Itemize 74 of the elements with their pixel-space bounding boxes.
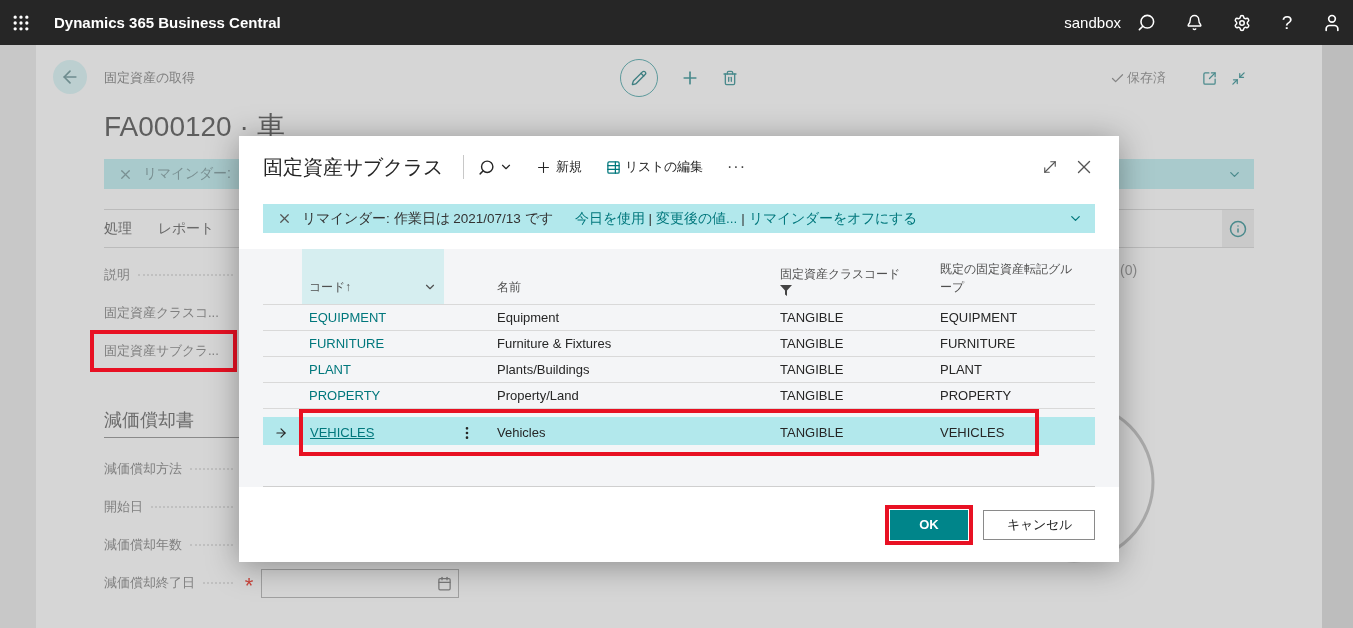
info-button[interactable] (1222, 210, 1254, 247)
environment-name: sandbox (1064, 14, 1121, 31)
saved-status: 保存済 (1127, 69, 1166, 87)
trash-icon[interactable] (722, 70, 738, 86)
info-icon (1229, 219, 1247, 238)
table-cell-text: TANGIBLE (779, 425, 845, 440)
table-cell-text: EQUIPMENT (939, 310, 1019, 325)
table-cell-text: PROPERTY (939, 388, 1013, 403)
factbox-count: (0) (1120, 261, 1139, 280)
table-row[interactable]: VEHICLES Vehicles TANGIBLE VEHICLES (263, 409, 1095, 456)
expand-icon[interactable] (1041, 158, 1059, 176)
table-cell-text: TANGIBLE (779, 310, 845, 325)
separator-text: | (741, 211, 745, 226)
new-button[interactable]: 新規 (535, 158, 582, 176)
page-title: FA000120 · 車 (104, 110, 286, 144)
app-title: Dynamics 365 Business Central (54, 14, 282, 31)
help-button[interactable]: ? (1279, 11, 1295, 34)
field-label: 説明 (104, 266, 130, 284)
reminder-link[interactable]: 今日を使用 (574, 209, 645, 228)
code-link[interactable]: PLANT (302, 362, 351, 377)
cancel-button[interactable]: キャンセル (983, 509, 1095, 540)
table-cell-text: Vehicles (496, 425, 547, 440)
column-header[interactable]: 既定の固定資産転記グループ (933, 249, 1095, 304)
table-cell-text: Furniture & Fixtures (496, 336, 613, 351)
field-label: 開始日 (104, 498, 143, 516)
open-in-new-icon[interactable] (1202, 70, 1217, 86)
back-button[interactable] (53, 60, 87, 94)
field-label: 固定資産クラスコ... (104, 304, 219, 322)
required-mark: * (243, 572, 255, 597)
search-icon (478, 158, 495, 176)
table-cell-text: Plants/Buildings (496, 362, 591, 377)
reminder-link[interactable]: リマインダーをオフにする (748, 209, 917, 228)
action-tab[interactable]: 処理 (104, 219, 132, 238)
code-link[interactable]: FURNITURE (302, 336, 385, 351)
table-cell-text: Equipment (496, 310, 561, 325)
close-icon[interactable] (277, 211, 292, 226)
table-cell-text: VEHICLES (939, 425, 1006, 440)
table-row[interactable]: EQUIPMENT Equipment TANGIBLE EQUIPMENT (263, 305, 1095, 331)
edit-list-button[interactable]: リストの編集 (606, 158, 703, 176)
search-button[interactable] (478, 158, 513, 176)
field-label: 減価償却年数 (104, 536, 182, 554)
reminder-link[interactable]: 変更後の値... (656, 209, 738, 228)
column-header[interactable]: コード↑ (302, 249, 444, 304)
ok-button[interactable]: OK (890, 509, 968, 540)
column-header[interactable]: 固定資産クラスコード (773, 249, 933, 304)
table-cell-text: PLANT (939, 362, 983, 377)
table-row[interactable]: PLANT Plants/Buildings TANGIBLE PLANT (263, 357, 1095, 383)
field-label: 減価償却終了日 (104, 574, 195, 592)
table-row[interactable]: PROPERTY Property/Land TANGIBLE PROPERTY (263, 383, 1095, 409)
table-cell-text: TANGIBLE (779, 388, 845, 403)
reminder-text: リマインダー: 作業日は 2021/07/13 です (302, 209, 553, 228)
table-cell-text: TANGIBLE (779, 362, 845, 377)
code-link[interactable]: VEHICLES (303, 425, 375, 440)
filter-icon (780, 285, 792, 296)
field-label: 減価償却方法 (104, 460, 182, 478)
code-link[interactable]: EQUIPMENT (302, 310, 387, 325)
dialog-title: 固定資産サブクラス (263, 154, 443, 180)
field-label: 固定資産サブクラ... (104, 342, 219, 360)
separator-text: | (648, 211, 653, 226)
calendar-icon[interactable] (437, 575, 452, 591)
pencil-icon (631, 70, 647, 86)
table-icon (606, 159, 621, 175)
table-cell-text: Property/Land (496, 388, 580, 403)
arrow-right-icon (274, 425, 288, 440)
more-button[interactable]: ··· (727, 158, 746, 176)
collapse-icon[interactable] (1231, 70, 1246, 86)
table-row[interactable]: FURNITURE Furniture & Fixtures TANGIBLE FURNITURE (263, 331, 1095, 357)
action-tab[interactable]: レポート (158, 219, 214, 238)
breadcrumb: 固定資産の取得 (104, 69, 196, 87)
date-field[interactable] (261, 568, 459, 598)
table-cell-text: FURNITURE (939, 336, 1017, 351)
table-cell-text: TANGIBLE (779, 336, 845, 351)
code-link[interactable]: PROPERTY (302, 388, 381, 403)
column-header[interactable]: 名前 (490, 249, 773, 304)
